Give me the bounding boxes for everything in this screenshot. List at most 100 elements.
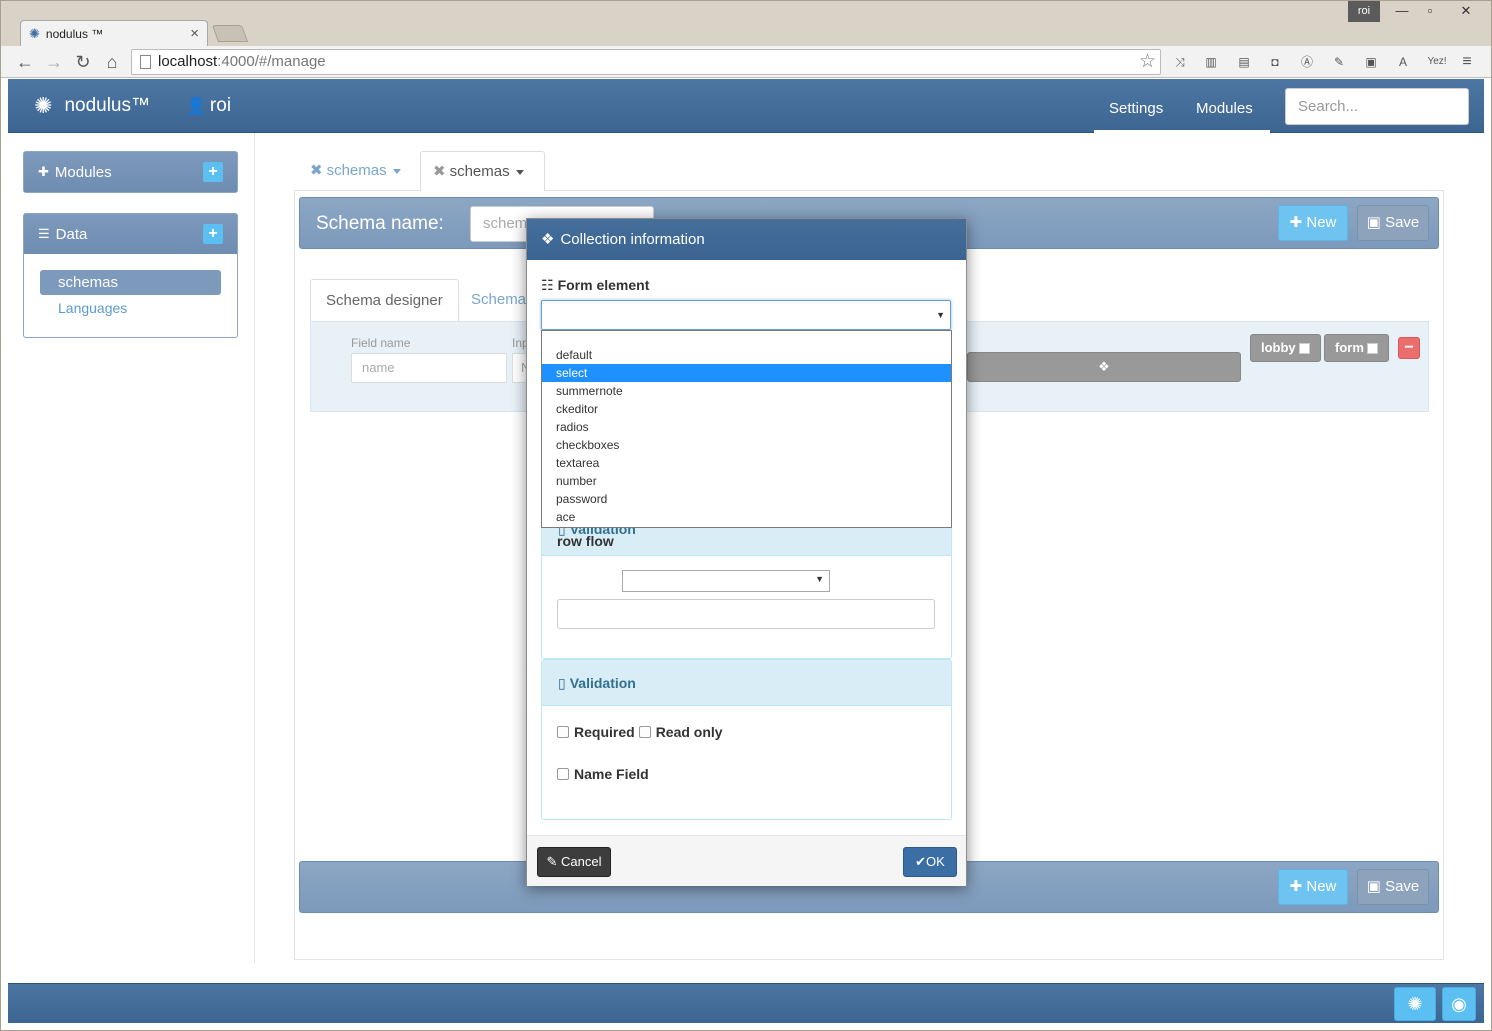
option-summernote[interactable]: summernote bbox=[542, 382, 951, 400]
brand[interactable]: ✺ nodulus™ bbox=[34, 93, 150, 119]
option-textarea[interactable]: textarea bbox=[542, 454, 951, 472]
extension-wand-icon[interactable]: ✎ bbox=[1330, 53, 1348, 71]
remove-field-button[interactable]: − bbox=[1398, 337, 1420, 359]
nav-active-indicator bbox=[1094, 130, 1270, 133]
cubes-icon: ❖ bbox=[541, 231, 555, 248]
data-panel-header[interactable]: ☰ Data + bbox=[24, 214, 237, 254]
sidebar-item-languages[interactable]: Languages bbox=[40, 297, 221, 321]
plus-icon: ✚ bbox=[1289, 214, 1307, 231]
minimize-icon[interactable]: — bbox=[1388, 0, 1416, 22]
collection-info-modal: ❖ Collection information ☷ Form element ▼ … bbox=[526, 218, 967, 886]
extension-barcode-icon[interactable]: ▥ bbox=[1202, 53, 1220, 71]
octopus-icon: ✺ bbox=[29, 25, 40, 41]
add-data-button[interactable]: + bbox=[203, 224, 223, 244]
cancel-button[interactable]: ✎ Cancel bbox=[537, 847, 611, 877]
option-number[interactable]: number bbox=[542, 472, 951, 490]
option-checkboxes[interactable]: checkboxes bbox=[542, 436, 951, 454]
user-name: roi bbox=[209, 95, 232, 116]
row-flow-select[interactable]: ▼ bbox=[622, 570, 830, 592]
field-name-input[interactable]: name bbox=[351, 353, 507, 383]
extension-camera-icon[interactable]: ▣ bbox=[1362, 53, 1380, 71]
dropdown-arrow-icon: ▼ bbox=[815, 574, 824, 584]
octopus-icon[interactable]: ✺ bbox=[1394, 987, 1436, 1021]
nav-settings[interactable]: Settings bbox=[1109, 100, 1163, 117]
read-only-checkbox[interactable] bbox=[638, 726, 651, 738]
browser-tab[interactable]: ✺ nodulus ™ × bbox=[20, 20, 208, 46]
modules-panel-header[interactable]: ✚ Modules + bbox=[24, 152, 237, 192]
check-icon: ✔ bbox=[915, 854, 927, 869]
save-button-bottom[interactable]: ▣ Save bbox=[1357, 869, 1429, 905]
new-button[interactable]: ✚ New bbox=[1278, 205, 1348, 241]
reload-icon[interactable]: ↻ bbox=[71, 50, 95, 74]
required-checkbox[interactable] bbox=[557, 726, 569, 738]
form-element-text: Form element bbox=[557, 277, 650, 293]
new-label: New bbox=[1306, 878, 1337, 895]
option-radios[interactable]: radios bbox=[542, 418, 951, 436]
cubes-icon: ❖ bbox=[1098, 359, 1110, 374]
add-module-button[interactable]: + bbox=[203, 162, 223, 182]
option-ace[interactable]: ace bbox=[542, 508, 951, 526]
sliders-icon: ☷ bbox=[541, 277, 554, 293]
back-icon[interactable]: ← bbox=[13, 50, 37, 74]
tab-schema-designer[interactable]: Schema designer bbox=[310, 279, 459, 321]
extension-a-icon[interactable]: A bbox=[1394, 53, 1412, 71]
content-divider bbox=[254, 133, 255, 963]
option-ckeditor[interactable]: ckeditor bbox=[542, 400, 951, 418]
new-label: New bbox=[1306, 214, 1337, 231]
field-name-label: Field name bbox=[351, 336, 411, 350]
lobby-label: lobby bbox=[1261, 340, 1296, 355]
extension-grid-icon[interactable]: ▤ bbox=[1235, 53, 1253, 71]
forward-icon[interactable]: → bbox=[42, 50, 66, 74]
new-tab-button[interactable] bbox=[211, 25, 249, 42]
tab-schemas-1[interactable]: ✖ schemas bbox=[298, 151, 413, 191]
nav-modules[interactable]: Modules bbox=[1196, 100, 1253, 117]
close-tab-icon[interactable]: ✖ bbox=[433, 163, 446, 180]
extension-arrows-icon[interactable]: ⤨ bbox=[1171, 53, 1189, 71]
tab-schemas-2[interactable]: ✖ schemas bbox=[420, 151, 545, 191]
new-button-bottom[interactable]: ✚ New bbox=[1278, 869, 1348, 905]
required-label: Required bbox=[574, 724, 635, 740]
option-select[interactable]: select bbox=[542, 364, 951, 382]
user-menu[interactable]: 👤 roi bbox=[186, 95, 231, 117]
save-button[interactable]: ▣ Save bbox=[1357, 205, 1429, 241]
github-icon[interactable]: ◉ bbox=[1442, 987, 1476, 1021]
home-icon[interactable]: ⌂ bbox=[100, 50, 124, 74]
dropdown-arrow-icon: ▼ bbox=[936, 310, 945, 320]
option-password[interactable]: password bbox=[542, 490, 951, 508]
tab-close-icon[interactable]: × bbox=[190, 25, 199, 42]
caret-down-icon bbox=[392, 168, 401, 174]
collection-info-button[interactable]: ❖ bbox=[967, 352, 1241, 382]
cancel-label: Cancel bbox=[561, 854, 602, 869]
row-flow-input[interactable] bbox=[557, 599, 935, 629]
page-icon bbox=[140, 55, 151, 69]
extension-bulb-icon[interactable]: ◘ bbox=[1266, 53, 1284, 71]
lobby-toggle[interactable]: lobby bbox=[1250, 334, 1321, 362]
data-panel: ☰ Data + schemas Languages bbox=[23, 213, 238, 338]
floppy-icon: ▣ bbox=[1366, 214, 1386, 231]
maximize-icon[interactable]: ▫ bbox=[1416, 0, 1444, 22]
option-default[interactable]: default bbox=[542, 346, 951, 364]
ok-label: OK bbox=[926, 854, 945, 869]
close-window-icon[interactable]: ✕ bbox=[1452, 0, 1480, 22]
form-toggle[interactable]: form bbox=[1324, 334, 1389, 362]
menu-icon[interactable]: ≡ bbox=[1458, 53, 1476, 71]
extension-yez-icon[interactable]: Yez! bbox=[1423, 53, 1451, 71]
address-bar[interactable]: localhost:4000/#/manage ☆ bbox=[131, 49, 1161, 75]
modules-title: Modules bbox=[54, 163, 112, 181]
profile-badge[interactable]: roi bbox=[1348, 0, 1380, 22]
database-icon: ☰ bbox=[38, 226, 50, 241]
save-label: Save bbox=[1385, 214, 1420, 231]
ok-button[interactable]: ✔OK bbox=[903, 847, 957, 877]
bookmark-star-icon[interactable]: ☆ bbox=[1139, 50, 1156, 74]
name-field-checkbox[interactable] bbox=[557, 768, 569, 780]
lobby-checkbox[interactable] bbox=[1298, 343, 1310, 355]
search-input[interactable]: Search... bbox=[1285, 88, 1469, 125]
close-tab-icon[interactable]: ✖ bbox=[310, 162, 323, 179]
form-checkbox[interactable] bbox=[1366, 343, 1378, 355]
sidebar-item-schemas[interactable]: schemas bbox=[40, 270, 221, 295]
form-element-label: ☷ Form element bbox=[541, 277, 649, 294]
plus-icon: ✚ bbox=[1289, 878, 1307, 895]
form-element-select[interactable]: ▼ bbox=[541, 300, 951, 330]
browser-tab-title: nodulus ™ bbox=[45, 26, 104, 41]
extension-angular-icon[interactable]: Ⓐ bbox=[1298, 53, 1316, 71]
